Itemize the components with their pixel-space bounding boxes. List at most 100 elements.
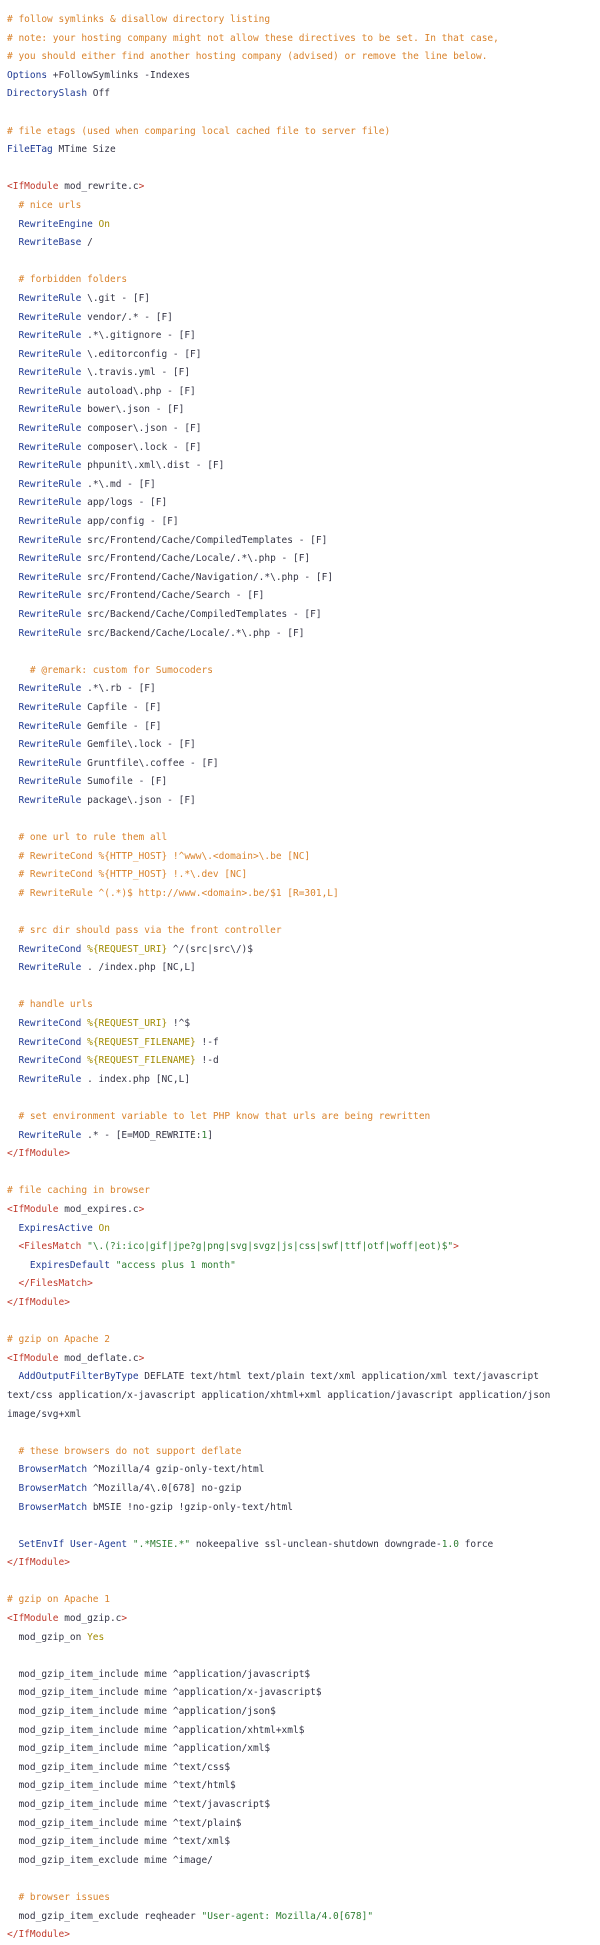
code-tag: </IfModule> xyxy=(7,1929,70,1941)
code-line: # these browsers do not support deflate xyxy=(7,1443,600,1462)
code-line: # nice urls xyxy=(7,197,600,216)
code-line: RewriteBase / xyxy=(7,234,600,253)
code-line: mod_gzip_item_exclude reqheader "User-ag… xyxy=(7,1908,600,1927)
code-text: mod_gzip_item_exclude mime ^image/ xyxy=(7,1854,213,1866)
code-line: mod_gzip_item_include mime ^text/xml$ xyxy=(7,1833,600,1852)
code-text: Off xyxy=(87,88,110,100)
code-directive: RewriteRule xyxy=(18,553,82,565)
code-directive: RewriteRule xyxy=(18,423,82,435)
code-comment: # set environment variable to let PHP kn… xyxy=(18,1111,431,1123)
code-line: # one url to rule them all xyxy=(7,829,600,848)
code-tag: <FilesMatch xyxy=(18,1241,82,1253)
code-line: RewriteRule .*\.md - [F] xyxy=(7,476,600,495)
code-line: # gzip on Apache 1 xyxy=(7,1591,600,1610)
code-directive: RewriteRule xyxy=(18,1073,82,1085)
code-directive: AddOutputFilterByType xyxy=(18,1371,139,1383)
code-tag: > xyxy=(138,181,145,193)
code-line: RewriteRule \.editorconfig - [F] xyxy=(7,346,600,365)
code-directive: RewriteRule xyxy=(18,460,82,472)
code-directive: RewriteCond xyxy=(18,943,82,955)
code-line: RewriteRule phpunit\.xml\.dist - [F] xyxy=(7,457,600,476)
code-text: mod_gzip_item_include mime ^text/javascr… xyxy=(7,1799,271,1810)
code-directive: RewriteCond xyxy=(18,1055,82,1067)
code-comment: # follow symlinks & disallow directory l… xyxy=(7,14,271,25)
code-directive: User-Agent xyxy=(69,1538,128,1550)
code-text: bower\.json - [F] xyxy=(81,404,185,416)
code-text: ^Mozilla/4 gzip-only-text/html xyxy=(87,1464,265,1476)
code-directive: RewriteRule xyxy=(18,1129,82,1141)
code-comment: # src dir should pass via the front cont… xyxy=(18,925,282,937)
code-directive: RewriteCond xyxy=(18,1036,82,1048)
code-line: </IfModule> xyxy=(7,1145,600,1164)
code-line: RewriteRule src/Backend/Cache/CompiledTe… xyxy=(7,606,600,625)
code-comment: # gzip on Apache 1 xyxy=(7,1594,110,1606)
code-tag: <IfModule xyxy=(7,181,59,193)
code-text: !^$ xyxy=(167,1018,191,1030)
code-line: RewriteRule .* - [E=MOD_REWRITE:1] xyxy=(7,1127,600,1146)
code-line: RewriteRule Gemfile\.lock - [F] xyxy=(7,736,600,755)
code-text: !-d xyxy=(195,1055,219,1067)
code-line: RewriteRule Capfile - [F] xyxy=(7,699,600,718)
code-line: </FilesMatch> xyxy=(7,1275,600,1294)
code-line: RewriteRule src/Frontend/Cache/CompiledT… xyxy=(7,532,600,551)
code-string: "\.(?i:ico|gif|jpe?g|png|svg|svgz|js|css… xyxy=(87,1241,454,1253)
code-directive: RewriteRule xyxy=(18,441,82,453)
code-line: DirectorySlash Off xyxy=(7,85,600,104)
code-line: RewriteRule . /index.php [NC,L] xyxy=(7,959,600,978)
code-line: RewriteCond %{REQUEST_URI} ^/(src|src\/)… xyxy=(7,941,600,960)
code-tag: </IfModule> xyxy=(7,1148,70,1160)
code-text: app/logs - [F] xyxy=(81,497,168,509)
code-directive: ExpiresDefault xyxy=(29,1259,110,1271)
code-string: "access plus 1 month" xyxy=(115,1259,236,1271)
code-directive: RewriteRule xyxy=(18,330,82,342)
code-tag: </IfModule> xyxy=(7,1296,70,1308)
code-line: # src dir should pass via the front cont… xyxy=(7,922,600,941)
code-text: MTime Size xyxy=(52,144,116,156)
code-text: src/Frontend/Cache/Navigation/.*\.php - … xyxy=(81,571,334,583)
code-text: DEFLATE text/html text/plain text/xml ap… xyxy=(138,1371,539,1383)
code-text: Gemfile - [F] xyxy=(81,720,162,732)
code-text: .*\.md - [F] xyxy=(81,478,156,490)
code-text: src/Backend/Cache/CompiledTemplates - [F… xyxy=(81,609,322,620)
code-line: BrowserMatch ^Mozilla/4\.0[678] no-gzip xyxy=(7,1480,600,1499)
code-text: mod_gzip_item_include mime ^text/css$ xyxy=(7,1761,231,1773)
code-line: # file etags (used when comparing local … xyxy=(7,123,600,142)
code-directive: RewriteRule xyxy=(18,609,82,620)
code-text: mod_rewrite.c xyxy=(58,181,139,193)
code-directive: BrowserMatch xyxy=(18,1482,88,1494)
code-text: / xyxy=(81,237,93,249)
code-line: # forbidden folders xyxy=(7,271,600,290)
